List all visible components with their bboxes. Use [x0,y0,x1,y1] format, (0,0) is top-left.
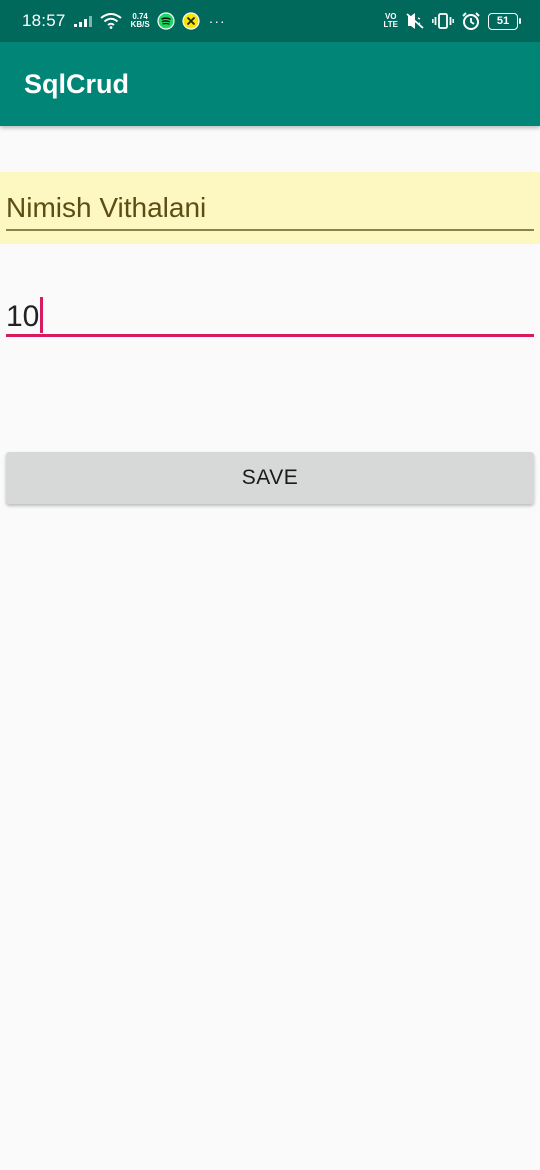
net-speed-unit: KB/S [130,20,150,29]
text-cursor [40,297,44,333]
save-button[interactable]: SAVE [6,452,534,504]
name-input-underline [6,229,534,231]
spotify-icon [157,12,175,30]
app-screen: 18:57 0.74 KB/S ··· VO LTE 51 SqlCrud Ni… [0,0,540,1170]
app-notification-icon [182,12,200,30]
name-input[interactable]: Nimish Vithalani [0,172,540,244]
signal-icon [73,14,93,28]
age-input-value: 10 [6,300,40,333]
volte-bottom-text: LTE [383,20,398,29]
alarm-icon [461,11,481,31]
net-speed: 0.74 KB/S [131,13,150,29]
battery-level: 51 [496,15,510,27]
status-time: 18:57 [22,11,66,30]
age-input[interactable]: 10 [0,286,540,346]
status-right: VO LTE 51 [383,11,521,31]
wifi-icon [99,13,122,29]
more-notifications: ··· [208,13,226,29]
status-left: 18:57 0.74 KB/S ··· [22,11,226,31]
vibrate-icon [432,12,454,30]
age-input-underline [6,334,534,337]
battery-icon: 51 [488,12,521,30]
status-bar: 18:57 0.74 KB/S ··· VO LTE 51 [0,0,540,42]
age-input-text: 10 [6,297,44,334]
app-bar: SqlCrud [0,42,540,126]
app-title: SqlCrud [24,68,129,99]
vibrate-off-icon [405,12,425,30]
name-input-value: Nimish Vithalani [6,192,207,223]
volte-icon: VO LTE [383,13,398,29]
